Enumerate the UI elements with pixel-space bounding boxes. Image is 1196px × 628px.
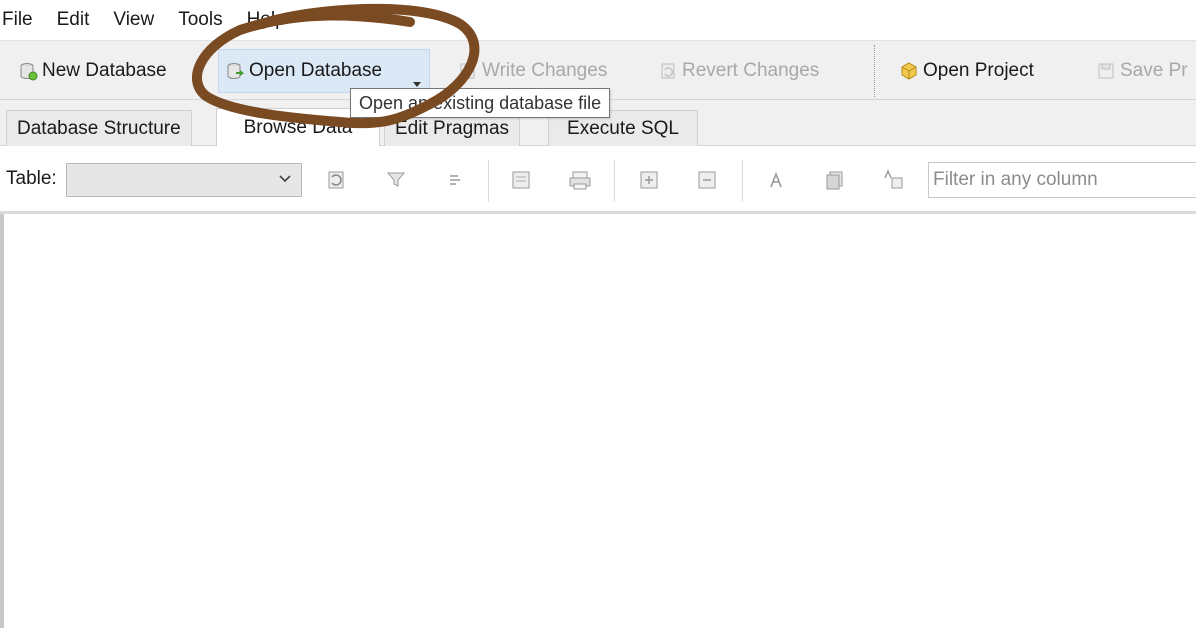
tooltip: Open an existing database file: [350, 88, 611, 118]
revert-changes-label: Revert Changes: [682, 60, 820, 81]
toolbar-separator: [874, 45, 875, 97]
open-db-icon: [227, 63, 245, 79]
save-project-icon: [1098, 63, 1114, 79]
table-label: Table:: [6, 168, 57, 189]
write-changes-label: Write Changes: [482, 60, 608, 81]
refresh-icon[interactable]: [322, 166, 350, 194]
menu-view[interactable]: View: [113, 0, 154, 40]
delete-record-icon[interactable]: [694, 166, 722, 194]
save-results-icon[interactable]: [508, 166, 536, 194]
open-database-button[interactable]: Open Database: [218, 49, 430, 93]
new-database-label: New Database: [42, 60, 167, 81]
save-project-button[interactable]: Save Pr: [1090, 49, 1194, 93]
browse-separator: [742, 160, 743, 202]
open-project-button[interactable]: Open Project: [893, 49, 1040, 93]
write-icon: [460, 63, 475, 79]
open-project-label: Open Project: [923, 60, 1034, 81]
revert-icon: [661, 63, 675, 79]
menu-edit[interactable]: Edit: [57, 0, 90, 40]
new-database-button[interactable]: New Database: [12, 49, 173, 93]
write-changes-button[interactable]: Write Changes: [452, 49, 613, 93]
browse-separator: [488, 160, 489, 202]
clear-filters-icon[interactable]: [382, 166, 410, 194]
print-icon[interactable]: [566, 166, 594, 194]
menu-file[interactable]: File: [2, 0, 33, 40]
revert-changes-button[interactable]: Revert Changes: [652, 49, 825, 93]
menu-help[interactable]: Help: [247, 0, 286, 40]
filter-input[interactable]: [928, 162, 1196, 198]
text-format-icon[interactable]: [880, 166, 908, 194]
save-project-label: Save Pr: [1120, 60, 1188, 81]
menu-tools[interactable]: Tools: [178, 0, 222, 40]
data-grid-area[interactable]: [0, 214, 1196, 628]
open-database-dropdown-arrow[interactable]: [413, 82, 421, 87]
chevron-down-icon: [279, 175, 291, 183]
table-select[interactable]: [66, 163, 302, 197]
open-database-label: Open Database: [249, 60, 383, 81]
bold-format-icon[interactable]: [764, 166, 792, 194]
browse-separator: [614, 160, 615, 202]
clear-sort-icon[interactable]: [442, 166, 470, 194]
menu-bar: File Edit View Tools Help: [0, 0, 1196, 40]
new-db-icon: [20, 63, 38, 81]
copy-format-icon[interactable]: [822, 166, 850, 194]
browse-toolbar: Table:: [0, 146, 1196, 349]
open-project-icon: [901, 62, 917, 80]
tab-database-structure[interactable]: Database Structure: [6, 110, 192, 146]
insert-record-icon[interactable]: [636, 166, 664, 194]
